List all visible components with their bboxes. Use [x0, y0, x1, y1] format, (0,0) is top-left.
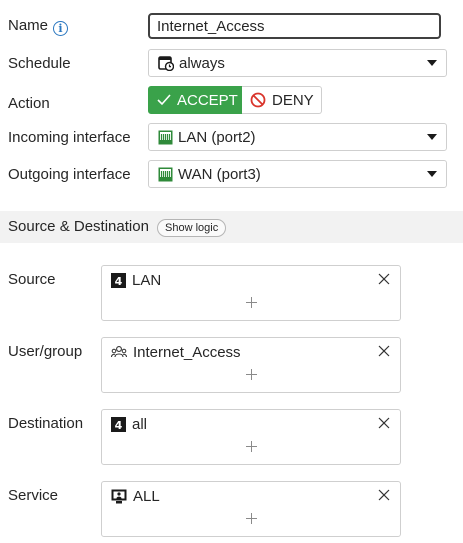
user-group-box: Internet_Access — [101, 337, 401, 393]
section-title: Source & Destination — [8, 218, 149, 235]
add-icon[interactable] — [246, 441, 257, 452]
address-group-icon: 4 — [111, 273, 126, 288]
action-toggle: ACCEPT DENY — [148, 86, 322, 114]
service-entry[interactable]: ALL — [111, 488, 160, 505]
add-icon[interactable] — [246, 297, 257, 308]
close-icon[interactable] — [378, 489, 390, 501]
outgoing-interface-label: Outgoing interface — [8, 166, 131, 183]
schedule-select[interactable]: always — [148, 49, 447, 77]
source-box: 4 LAN — [101, 265, 401, 321]
source-label: Source — [8, 271, 56, 288]
deny-icon — [250, 92, 266, 108]
outgoing-interface-select[interactable]: WAN (port3) — [148, 160, 447, 188]
destination-entry[interactable]: 4 all — [111, 416, 147, 433]
schedule-label: Schedule — [8, 55, 71, 72]
add-icon[interactable] — [246, 369, 257, 380]
destination-box: 4 all — [101, 409, 401, 465]
network-port-icon — [158, 130, 173, 145]
info-icon[interactable]: i — [53, 21, 69, 36]
chevron-down-icon — [427, 171, 437, 177]
close-icon[interactable] — [378, 345, 390, 357]
show-logic-button[interactable]: Show logic — [157, 219, 227, 237]
destination-label: Destination — [8, 415, 84, 432]
action-label: Action — [8, 95, 50, 112]
close-icon[interactable] — [378, 417, 390, 429]
accept-button[interactable]: ACCEPT — [148, 86, 242, 114]
service-box: ALL — [101, 481, 401, 537]
incoming-interface-select[interactable]: LAN (port2) — [148, 123, 447, 151]
user-group-label: User/group — [8, 343, 83, 360]
network-port-icon — [158, 167, 173, 182]
user-group-entry[interactable]: Internet_Access — [111, 344, 241, 361]
name-input[interactable] — [148, 13, 441, 39]
chevron-down-icon — [427, 60, 437, 66]
section-header: Source & Destination Show logic — [0, 211, 463, 243]
source-entry[interactable]: 4 LAN — [111, 272, 161, 289]
service-icon — [111, 489, 127, 504]
user-group-icon — [111, 345, 127, 360]
svg-text:4: 4 — [115, 275, 123, 288]
svg-text:4: 4 — [115, 419, 123, 432]
chevron-down-icon — [427, 134, 437, 140]
checkmark-icon — [157, 94, 171, 106]
incoming-interface-label: Incoming interface — [8, 129, 131, 146]
close-icon[interactable] — [378, 273, 390, 285]
name-label: Name i — [8, 17, 69, 36]
service-label: Service — [8, 487, 59, 504]
deny-button[interactable]: DENY — [242, 86, 322, 114]
add-icon[interactable] — [246, 513, 257, 524]
schedule-clock-icon — [158, 55, 174, 71]
address-icon: 4 — [111, 417, 126, 432]
